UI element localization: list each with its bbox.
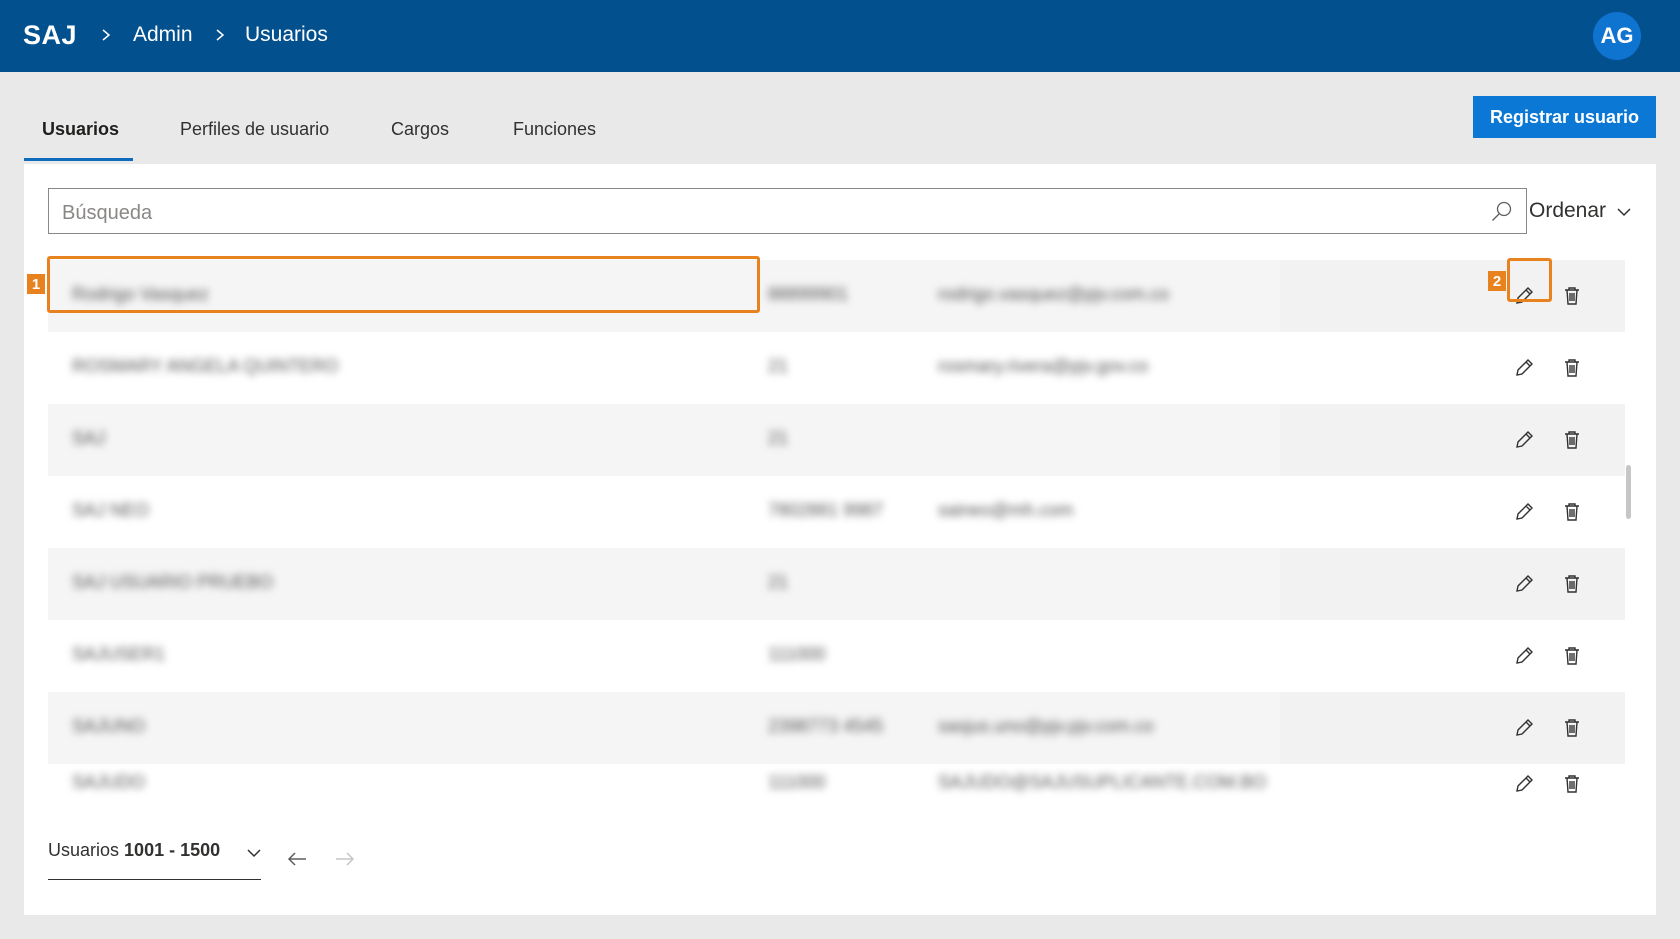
edit-icon[interactable]	[1511, 499, 1537, 525]
table-row[interactable]: SAJUSER1 111000	[48, 620, 1625, 692]
user-email: rosmary.rivera@pjv.gov.co	[938, 356, 1149, 376]
annotation-badge-2: 2	[1488, 271, 1506, 291]
breadcrumb-admin[interactable]: Admin	[133, 23, 193, 47]
scrollbar-thumb[interactable]	[1626, 465, 1631, 519]
tab-funciones[interactable]: Funciones	[513, 119, 596, 140]
table-row[interactable]: SAJUDO 111000 SAJUDO@SAJUSUPLICANTE.COM.…	[48, 748, 1625, 808]
trash-icon[interactable]	[1559, 571, 1585, 597]
user-name: SAJ	[72, 428, 106, 448]
highlight-box-name	[47, 256, 760, 313]
tab-perfiles-de-usuario[interactable]: Perfiles de usuario	[180, 119, 329, 140]
arrow-right-icon[interactable]	[333, 849, 357, 869]
pager-range: 1001 - 1500	[124, 840, 221, 860]
user-name: SAJ USUARIO PRUEBO	[72, 572, 274, 592]
annotation-badge-1: 1	[27, 274, 45, 294]
user-email: rodrigo.vasquez@pjv.com.co	[938, 284, 1170, 304]
chevron-down-icon[interactable]	[246, 847, 262, 859]
user-name: ROSMARY ANGELA QUINTERO	[72, 356, 339, 376]
trash-icon[interactable]	[1559, 715, 1585, 741]
table-row[interactable]: SAJ 21	[48, 404, 1625, 476]
edit-icon[interactable]	[1511, 355, 1537, 381]
user-id: 111000	[768, 772, 826, 792]
search-placeholder: Búsqueda	[62, 202, 153, 224]
edit-icon[interactable]	[1511, 427, 1537, 453]
edit-icon[interactable]	[1511, 571, 1537, 597]
chevron-right-icon	[102, 29, 111, 41]
user-email: SAJUDO@SAJUSUPLICANTE.COM.BO	[938, 772, 1267, 792]
user-email: sasjus.uno@pjv.pjv.com.co	[938, 716, 1154, 736]
chevron-down-icon[interactable]	[1616, 206, 1632, 218]
user-id: 88899901	[768, 284, 849, 304]
user-id: 21	[768, 356, 789, 376]
trash-icon[interactable]	[1559, 499, 1585, 525]
trash-icon[interactable]	[1559, 427, 1585, 453]
register-user-button[interactable]: Registrar usuario	[1473, 96, 1656, 138]
page-size-selector[interactable]: Usuarios 1001 - 1500	[48, 840, 220, 861]
active-tab-indicator	[24, 158, 133, 161]
user-name: SAJUDO	[72, 772, 146, 792]
edit-icon[interactable]	[1511, 715, 1537, 741]
user-id: 21	[768, 572, 789, 592]
table-row[interactable]: SAJ USUARIO PRUEBO 21	[48, 548, 1625, 620]
search-icon[interactable]	[1490, 200, 1514, 224]
tab-cargos[interactable]: Cargos	[391, 119, 449, 140]
sort-dropdown[interactable]: Ordenar	[1529, 199, 1606, 223]
user-avatar[interactable]: AG	[1593, 12, 1641, 60]
trash-icon[interactable]	[1559, 355, 1585, 381]
top-bar: SAJ Admin Usuarios AG	[0, 0, 1680, 72]
chevron-right-icon	[216, 29, 225, 41]
pager-prefix: Usuarios	[48, 840, 120, 860]
arrow-left-icon[interactable]	[285, 849, 309, 869]
edit-icon[interactable]	[1511, 643, 1537, 669]
table-row[interactable]: ROSMARY ANGELA QUINTERO 21 rosmary.river…	[48, 332, 1625, 404]
edit-icon[interactable]	[1511, 771, 1537, 797]
app-logo[interactable]: SAJ	[23, 20, 77, 51]
user-id: 21	[768, 428, 789, 448]
tab-usuarios[interactable]: Usuarios	[42, 119, 119, 140]
breadcrumb-usuarios[interactable]: Usuarios	[245, 23, 328, 47]
user-id: 111000	[768, 644, 826, 664]
user-email: saineo@mh.com	[938, 500, 1074, 520]
user-id: 2398773 4545	[768, 716, 884, 736]
trash-icon[interactable]	[1559, 771, 1585, 797]
search-input[interactable]: Búsqueda	[48, 188, 1527, 234]
trash-icon[interactable]	[1559, 283, 1585, 309]
table-row[interactable]: SAJ NEO 7802881 9987 saineo@mh.com	[48, 476, 1625, 548]
user-name: SAJUNO	[72, 716, 146, 736]
pager-underline	[48, 879, 261, 880]
trash-icon[interactable]	[1559, 643, 1585, 669]
highlight-box-edit	[1507, 258, 1552, 302]
user-name: SAJUSER1	[72, 644, 166, 664]
user-name: SAJ NEO	[72, 500, 150, 520]
user-id: 7802881 9987	[768, 500, 884, 520]
